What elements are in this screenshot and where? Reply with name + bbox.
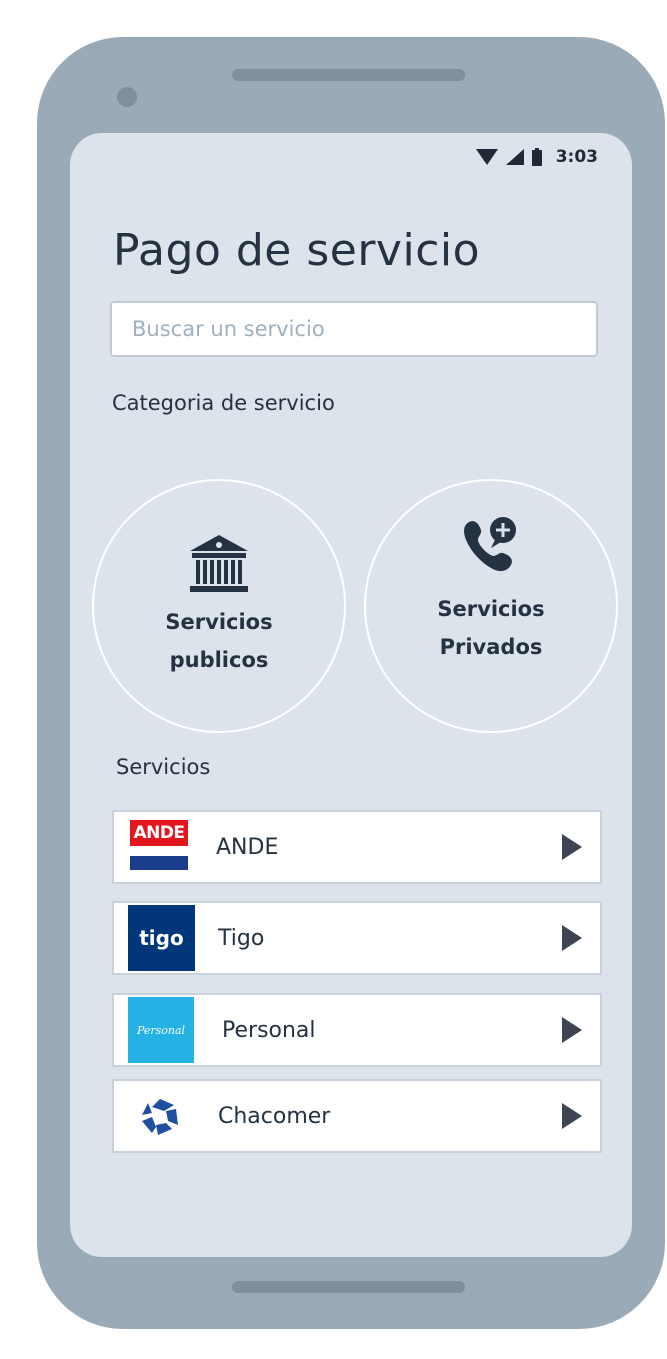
battery-icon (531, 148, 542, 166)
ande-logo-text: ANDE (130, 820, 188, 846)
personal-logo: Personal (128, 997, 194, 1063)
tigo-logo: tigo (128, 905, 195, 971)
chevron-right-icon (562, 1103, 582, 1129)
chevron-right-icon (562, 1017, 582, 1043)
search-input[interactable] (110, 301, 598, 357)
category-heading: Categoria de servicio (112, 391, 335, 415)
front-camera (117, 87, 137, 107)
ande-logo: ANDE (130, 820, 188, 878)
service-row-personal[interactable]: Personal Personal (112, 993, 602, 1067)
service-row-tigo[interactable]: tigo Tigo (112, 901, 602, 975)
category-label: Servicios Privados (416, 590, 566, 666)
chacomer-logo (142, 1099, 178, 1135)
speaker-grille (232, 69, 465, 81)
service-name: Chacomer (218, 1103, 331, 1129)
category-label-line2: publicos (169, 648, 269, 672)
service-row-ande[interactable]: ANDE ANDE (112, 810, 602, 884)
tigo-logo-text: tigo (139, 926, 184, 950)
personal-logo-text: Personal (136, 1023, 186, 1037)
screen: 3:03 Pago de servicio Categoria de servi… (70, 133, 632, 1257)
services-heading: Servicios (116, 755, 211, 779)
bottom-bezel-bar (232, 1281, 465, 1293)
status-bar: 3:03 (475, 145, 598, 169)
category-label-line2: Privados (439, 635, 543, 659)
phone-frame: 3:03 Pago de servicio Categoria de servi… (37, 37, 665, 1329)
status-time: 3:03 (555, 147, 598, 167)
phone-add-icon (464, 517, 516, 572)
bank-icon (190, 535, 248, 592)
chevron-right-icon (562, 834, 582, 860)
service-name: ANDE (216, 834, 279, 860)
chevron-right-icon (562, 925, 582, 951)
wifi-icon (475, 149, 498, 165)
service-row-chacomer[interactable]: Chacomer (112, 1079, 602, 1153)
category-label-line1: Servicios (437, 597, 545, 621)
category-servicios-publicos[interactable]: Servicios publicos (92, 479, 346, 733)
page-title: Pago de servicio (113, 225, 481, 276)
service-name: Tigo (218, 925, 265, 951)
category-label: Servicios publicos (144, 603, 294, 679)
cellular-signal-icon (505, 149, 524, 165)
category-label-line1: Servicios (165, 610, 273, 634)
service-name: Personal (222, 1017, 316, 1043)
category-servicios-privados[interactable]: Servicios Privados (364, 479, 618, 733)
